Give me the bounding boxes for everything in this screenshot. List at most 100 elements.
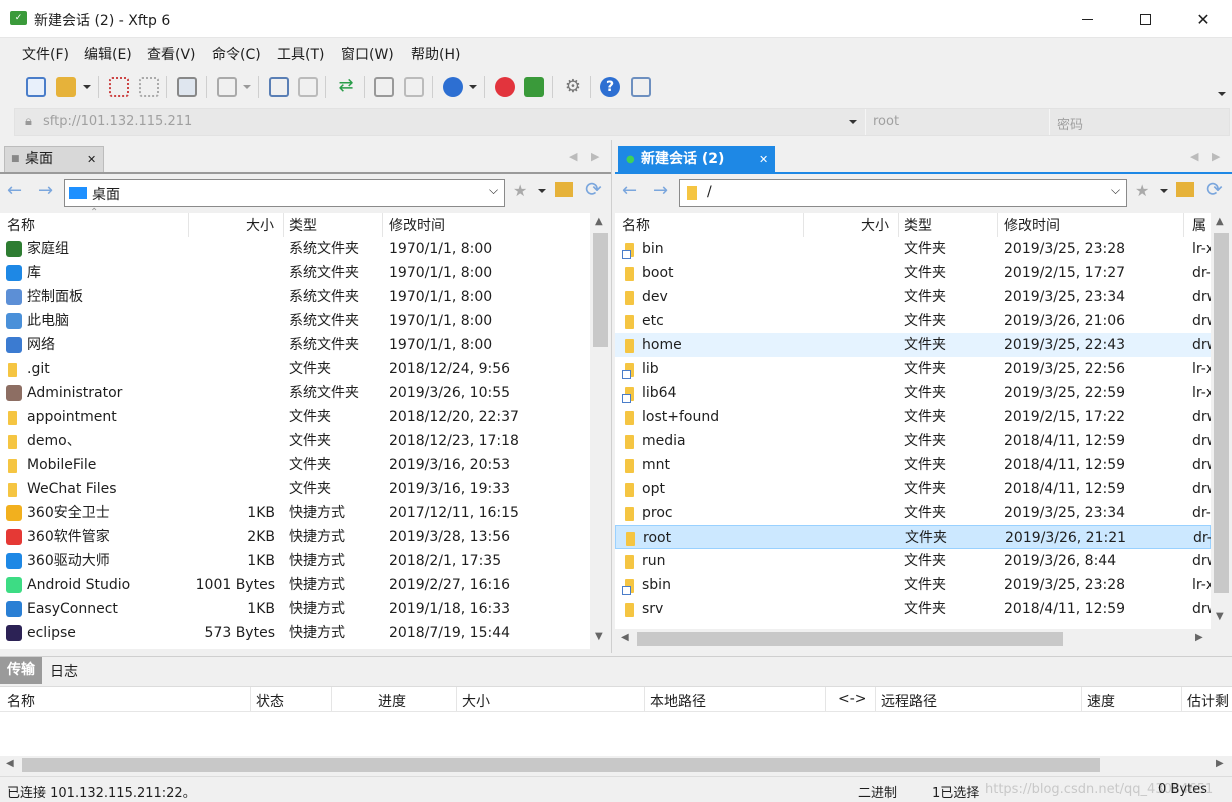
tab-scroll-left-icon[interactable]: ◀ <box>1190 150 1198 163</box>
list-item[interactable]: srv 文件夹 2018/4/11, 12:59 drw <box>615 597 1211 621</box>
bookmark-dropdown-icon[interactable] <box>538 189 546 193</box>
tab-scroll-left-icon[interactable]: ◀ <box>569 150 577 163</box>
xfer-col-speed[interactable]: 速度 <box>1087 691 1115 711</box>
xfer-col-status[interactable]: 状态 <box>256 691 284 711</box>
terminal-dropdown-icon[interactable] <box>243 85 251 89</box>
xfer-col-name[interactable]: 名称 <box>7 691 35 711</box>
upload-icon[interactable] <box>269 77 289 97</box>
menu-command[interactable]: 命令(C) <box>212 44 261 64</box>
password-input[interactable]: 密码 <box>1057 114 1083 133</box>
minimize-button[interactable] <box>1058 0 1116 38</box>
tab-session[interactable]: ● 新建会话 (2) ✕ <box>618 146 775 173</box>
tab-close-icon[interactable]: ✕ <box>759 147 768 172</box>
list-item[interactable]: eclipse 573 Bytes 快捷方式 2018/7/19, 15:44 <box>0 621 590 645</box>
scroll-up-icon[interactable]: ▲ <box>595 216 603 227</box>
scroll-left-icon[interactable]: ◀ <box>6 758 14 769</box>
xfer-col-eta[interactable]: 估计剩 <box>1187 691 1229 711</box>
xfer-col-remote-path[interactable]: 远程路径 <box>881 691 937 711</box>
scroll-thumb[interactable] <box>22 758 1100 772</box>
list-item[interactable]: media 文件夹 2018/4/11, 12:59 drw <box>615 429 1211 453</box>
transfer-mode[interactable]: 二进制 <box>858 782 897 801</box>
disconnect-icon[interactable] <box>139 77 159 97</box>
menu-file[interactable]: 文件(F) <box>22 44 69 64</box>
scroll-right-icon[interactable]: ▶ <box>1216 758 1224 769</box>
right-horizontal-scrollbar[interactable]: ◀ ▶ <box>615 629 1232 649</box>
list-item[interactable]: 家庭组 系统文件夹 1970/1/1, 8:00 <box>0 237 590 261</box>
list-item[interactable]: .git 文件夹 2018/12/24, 9:56 <box>0 357 590 381</box>
tab-scroll-right-icon[interactable]: ▶ <box>591 150 599 163</box>
close-button[interactable]: ✕ <box>1174 0 1232 38</box>
xfer-col-size[interactable]: 大小 <box>462 691 490 711</box>
remote-path-combobox[interactable]: / ⌵ <box>679 179 1127 207</box>
connect-icon[interactable] <box>109 77 129 97</box>
new-session-icon[interactable] <box>26 77 46 97</box>
menu-edit[interactable]: 编辑(E) <box>84 44 132 64</box>
scroll-thumb[interactable] <box>637 632 1063 646</box>
home-folder-icon[interactable] <box>555 182 573 197</box>
bookmark-star-icon[interactable]: ★ <box>1135 181 1149 200</box>
username-input[interactable]: root <box>873 114 899 129</box>
settings-gear-icon[interactable]: ⚙ <box>563 77 583 97</box>
list-item[interactable]: mnt 文件夹 2018/4/11, 12:59 drw <box>615 453 1211 477</box>
xftp-icon[interactable] <box>524 77 544 97</box>
list-item[interactable]: proc 文件夹 2019/3/25, 23:34 dr- <box>615 501 1211 525</box>
scroll-left-icon[interactable]: ◀ <box>621 632 629 643</box>
col-modified[interactable]: 修改时间 <box>389 215 445 235</box>
list-item[interactable]: 网络 系统文件夹 1970/1/1, 8:00 <box>0 333 590 357</box>
list-item[interactable]: lib 文件夹 2019/3/25, 22:56 lr-x <box>615 357 1211 381</box>
download-icon[interactable] <box>298 77 318 97</box>
xshell-icon[interactable] <box>495 77 515 97</box>
list-item[interactable]: lost+found 文件夹 2019/2/15, 17:22 drw <box>615 405 1211 429</box>
encoding-dropdown-icon[interactable] <box>469 85 477 89</box>
tab-transfer[interactable]: 传输 <box>0 657 42 684</box>
xfer-col-local-path[interactable]: 本地路径 <box>650 691 706 711</box>
open-folder-icon[interactable] <box>56 77 76 97</box>
scroll-up-icon[interactable]: ▲ <box>1216 216 1224 227</box>
copy-icon[interactable] <box>374 77 394 97</box>
chat-icon[interactable] <box>631 77 651 97</box>
maximize-button[interactable] <box>1116 0 1174 38</box>
xfer-col-direction[interactable]: <-> <box>838 691 867 707</box>
menu-view[interactable]: 查看(V) <box>147 44 196 64</box>
forward-arrow-icon[interactable]: → <box>653 180 668 201</box>
open-dropdown-icon[interactable] <box>83 85 91 89</box>
col-attributes[interactable]: 属性 <box>1192 215 1211 237</box>
col-name[interactable]: 名称 <box>622 215 650 235</box>
col-type[interactable]: 类型 <box>289 215 317 235</box>
list-item[interactable]: appointment 文件夹 2018/12/20, 22:37 <box>0 405 590 429</box>
xfer-col-progress[interactable]: 进度 <box>378 691 406 711</box>
forward-arrow-icon[interactable]: → <box>38 180 53 201</box>
list-item[interactable]: etc 文件夹 2019/3/26, 21:06 drw <box>615 309 1211 333</box>
col-size[interactable]: 大小 <box>246 215 274 235</box>
list-item[interactable]: opt 文件夹 2018/4/11, 12:59 drw <box>615 477 1211 501</box>
list-item[interactable]: 360驱动大师 1KB 快捷方式 2018/2/1, 17:35 <box>0 549 590 573</box>
tab-desktop[interactable]: ■ 桌面 ✕ <box>4 146 104 173</box>
list-item[interactable]: Administrator 系统文件夹 2019/3/26, 10:55 <box>0 381 590 405</box>
scroll-down-icon[interactable]: ▼ <box>595 631 603 642</box>
globe-icon[interactable] <box>443 77 463 97</box>
refresh-icon[interactable]: ⟳ <box>585 177 602 201</box>
list-item[interactable]: 控制面板 系统文件夹 1970/1/1, 8:00 <box>0 285 590 309</box>
terminal-icon[interactable] <box>217 77 237 97</box>
back-arrow-icon[interactable]: ← <box>7 180 22 201</box>
list-item[interactable]: WeChat Files 文件夹 2019/3/16, 19:33 <box>0 477 590 501</box>
list-item[interactable]: lib64 文件夹 2019/3/25, 22:59 lr-x <box>615 381 1211 405</box>
refresh-icon[interactable]: ⟳ <box>1206 177 1223 201</box>
list-item[interactable]: boot 文件夹 2019/2/15, 17:27 dr- <box>615 261 1211 285</box>
list-item[interactable]: Android Studio 1001 Bytes 快捷方式 2019/2/27, 1… <box>0 573 590 597</box>
sync-icon[interactable]: ⇄ <box>336 77 356 97</box>
back-arrow-icon[interactable]: ← <box>622 180 637 201</box>
list-item[interactable]: MobileFile 文件夹 2019/3/16, 20:53 <box>0 453 590 477</box>
help-icon[interactable]: ? <box>600 77 620 97</box>
menu-window[interactable]: 窗口(W) <box>341 44 394 64</box>
paste-icon[interactable] <box>404 77 424 97</box>
list-item[interactable]: 库 系统文件夹 1970/1/1, 8:00 <box>0 261 590 285</box>
list-item[interactable]: run 文件夹 2019/3/26, 8:44 drw <box>615 549 1211 573</box>
menu-help[interactable]: 帮助(H) <box>411 44 460 64</box>
list-item[interactable]: home 文件夹 2019/3/25, 22:43 drw <box>615 333 1211 357</box>
menu-tools[interactable]: 工具(T) <box>277 44 324 64</box>
list-item[interactable]: 360安全卫士 1KB 快捷方式 2017/12/11, 16:15 <box>0 501 590 525</box>
toolbar-overflow-icon[interactable] <box>1218 92 1226 96</box>
list-item[interactable]: dev 文件夹 2019/3/25, 23:34 drw <box>615 285 1211 309</box>
home-folder-icon[interactable] <box>1176 182 1194 197</box>
